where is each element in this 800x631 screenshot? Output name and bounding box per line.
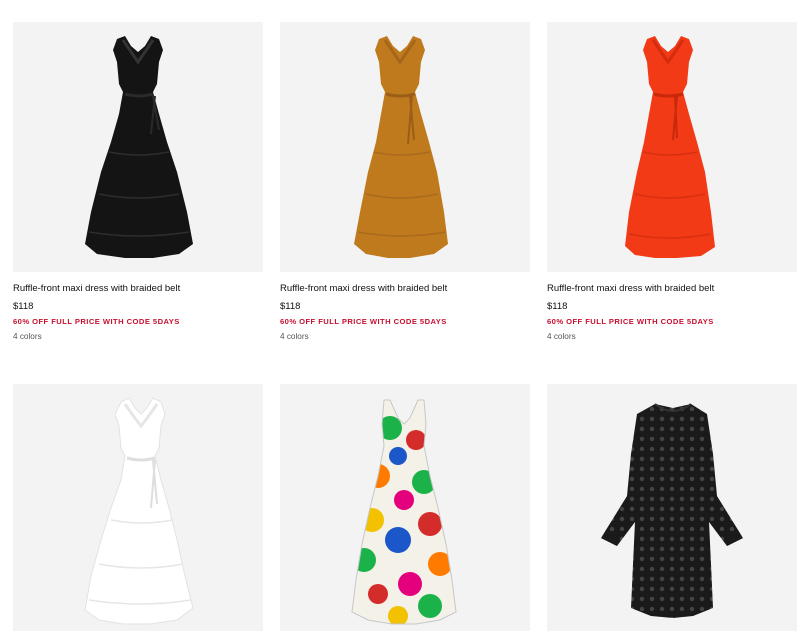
product-name[interactable]: Ruffle-front maxi dress with braided bel… — [280, 283, 530, 295]
product-image[interactable] — [13, 22, 263, 272]
black-eyelet-dress-image — [601, 403, 743, 618]
product-image[interactable] — [13, 384, 263, 631]
promo-text: 60% OFF FULL PRICE WITH CODE 5DAYS — [547, 317, 714, 326]
promo-text: 60% OFF FULL PRICE WITH CODE 5DAYS — [13, 317, 180, 326]
floral-maxi-dress-image — [351, 399, 457, 625]
product-name[interactable]: Ruffle-front maxi dress with braided bel… — [547, 283, 797, 295]
product-image[interactable] — [547, 384, 797, 631]
product-grid: Ruffle-front maxi dress with braided bel… — [0, 0, 800, 631]
product-card[interactable] — [280, 384, 530, 631]
color-count[interactable]: 4 colors — [13, 332, 263, 342]
product-card[interactable]: Ruffle-front maxi dress with braided bel… — [547, 22, 797, 342]
product-card[interactable]: Ruffle-front maxi dress with braided bel… — [280, 22, 530, 342]
product-image[interactable] — [280, 384, 530, 631]
color-count[interactable]: 4 colors — [547, 332, 797, 342]
product-price: $118 — [280, 301, 301, 312]
black-maxi-dress-image — [85, 36, 193, 258]
product-card[interactable] — [13, 384, 263, 631]
product-card[interactable] — [547, 384, 797, 631]
product-price: $118 — [13, 301, 34, 312]
color-count[interactable]: 4 colors — [280, 332, 530, 342]
product-price: $118 — [547, 301, 568, 312]
promo-text: 60% OFF FULL PRICE WITH CODE 5DAYS — [280, 317, 447, 326]
product-image[interactable] — [547, 22, 797, 272]
red-maxi-dress-image — [625, 36, 715, 258]
white-maxi-dress-image — [84, 397, 194, 625]
product-card[interactable]: Ruffle-front maxi dress with braided bel… — [13, 22, 263, 342]
product-image[interactable] — [280, 22, 530, 272]
product-name[interactable]: Ruffle-front maxi dress with braided bel… — [13, 283, 263, 295]
mustard-maxi-dress-image — [354, 36, 448, 258]
